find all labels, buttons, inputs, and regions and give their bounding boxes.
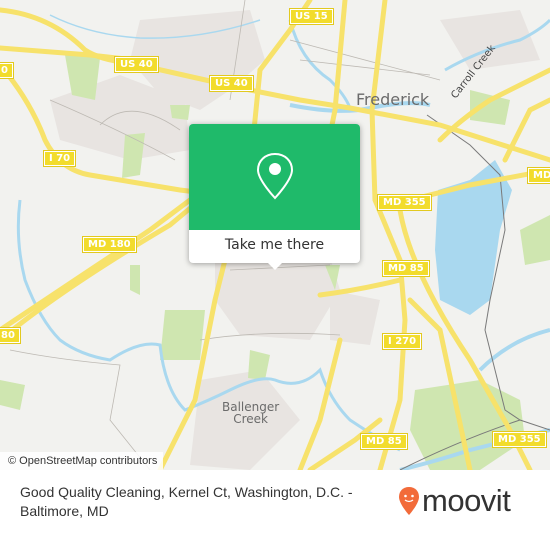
- road-shield-i270: I 270: [381, 333, 423, 350]
- popup-header: [189, 124, 360, 230]
- location-popup[interactable]: Take me there: [189, 124, 360, 270]
- map-canvas[interactable]: US 15 US 40 US 40 0 I 70 MD 180 80 MD 35…: [0, 0, 550, 470]
- map-pin-icon: [256, 152, 294, 200]
- road-shield-us15: US 15: [289, 8, 334, 25]
- road-shield-md180: MD 180: [82, 236, 137, 253]
- road-shield-md85: MD 85: [360, 433, 408, 450]
- moovit-pin-icon: [399, 487, 419, 515]
- brand-name: moovit: [422, 483, 511, 518]
- location-address: Good Quality Cleaning, Kernel Ct, Washin…: [20, 484, 353, 519]
- road-shield-i70: I 70: [42, 150, 77, 167]
- moovit-logo[interactable]: moovit: [398, 483, 511, 518]
- place-label-frederick: Frederick: [356, 90, 430, 109]
- place-label-ballenger-creek: Ballenger Creek: [222, 400, 280, 426]
- take-me-there-button[interactable]: Take me there: [189, 230, 360, 263]
- road-shield-md355: MD 355: [377, 194, 432, 211]
- road-shield-md355: MD 355: [492, 431, 547, 448]
- road-shield-md85: MD 85: [382, 260, 430, 277]
- road-shield-us40: US 40: [209, 75, 254, 92]
- road-shield-md: MD: [526, 167, 550, 184]
- map-attribution[interactable]: © OpenStreetMap contributors: [0, 452, 164, 470]
- road-shield-us40: 0: [0, 62, 14, 79]
- popup-pointer: [267, 262, 283, 270]
- footer: Good Quality Cleaning, Kernel Ct, Washin…: [0, 470, 550, 550]
- road-shield-md180: 80: [0, 327, 21, 344]
- road-shield-us40: US 40: [114, 56, 159, 73]
